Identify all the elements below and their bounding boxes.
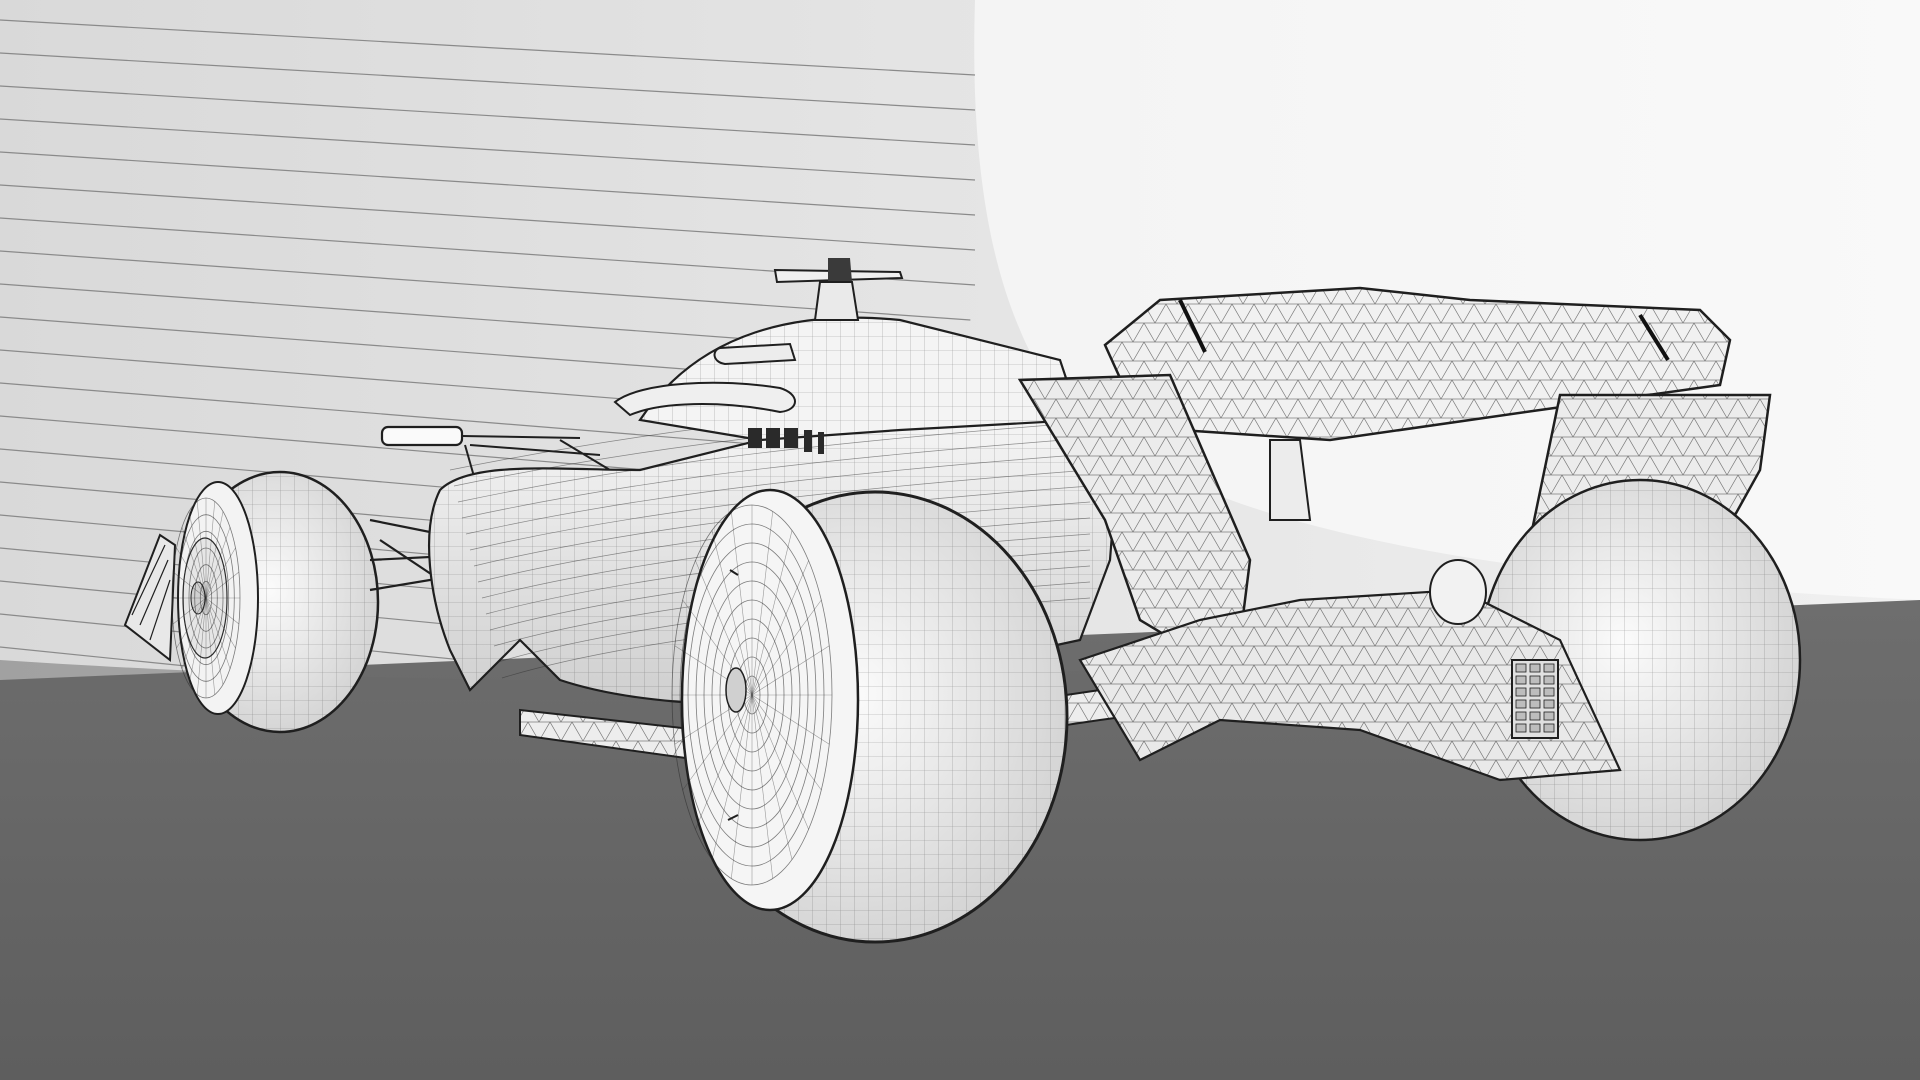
rain-light-cell — [1515, 663, 1527, 673]
rain-light-cell — [1543, 723, 1555, 733]
rain-light-cell — [1543, 711, 1555, 721]
rain-light-cell — [1515, 687, 1527, 697]
rain-light-cell — [1543, 699, 1555, 709]
rain-light-cell — [1515, 699, 1527, 709]
rain-light-cell — [1515, 723, 1527, 733]
rain-light-cell — [1529, 675, 1541, 685]
rain-light-cell — [1543, 663, 1555, 673]
rain-light-cell — [1529, 711, 1541, 721]
rain-light-cell — [1543, 675, 1555, 685]
render-viewport — [0, 0, 1920, 1080]
rain-light-cell — [1515, 711, 1527, 721]
rain-light-cell — [1515, 675, 1527, 685]
rain-light-cell — [1529, 687, 1541, 697]
exhaust — [1429, 559, 1487, 625]
front-left-tyre — [171, 470, 380, 734]
car-wireframe-scene — [0, 0, 1920, 1080]
rain-light — [1511, 659, 1559, 739]
rain-light-cell — [1529, 723, 1541, 733]
rain-light-cell — [1529, 699, 1541, 709]
rain-light-cell — [1529, 663, 1541, 673]
rain-light-cell — [1543, 687, 1555, 697]
